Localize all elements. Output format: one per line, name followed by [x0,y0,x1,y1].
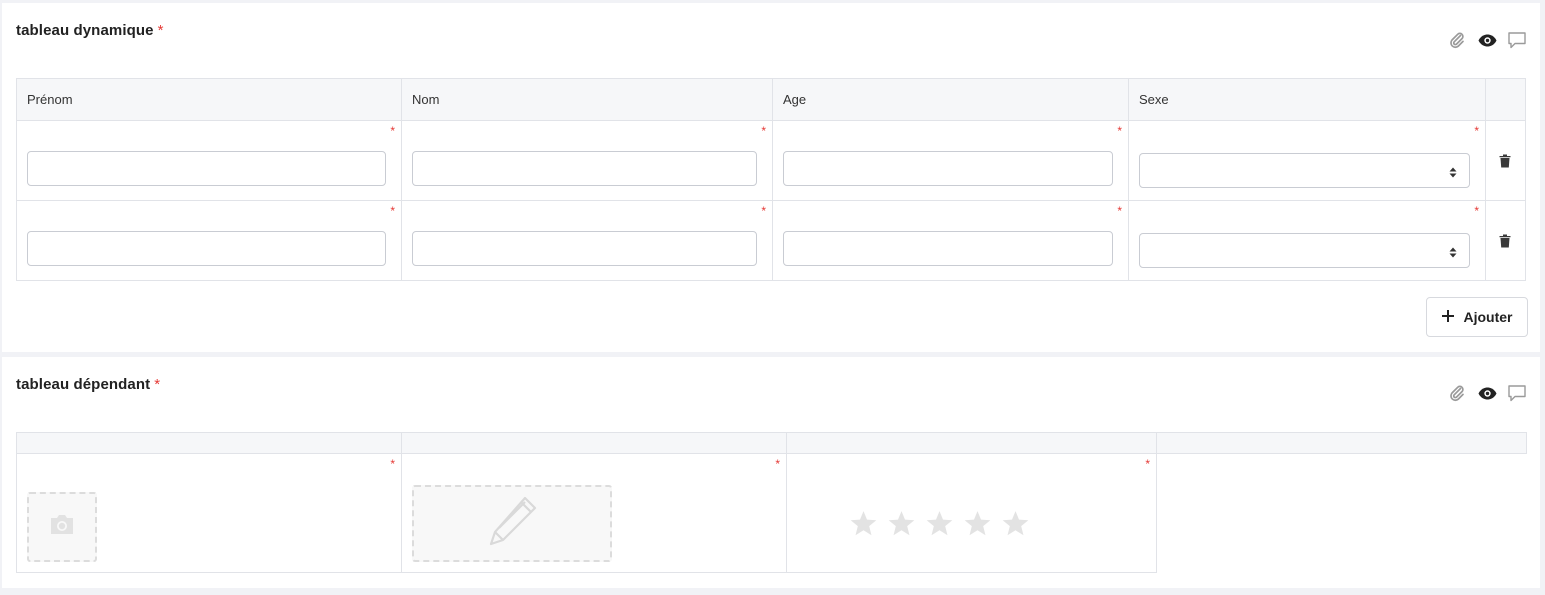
cell-empty [1156,453,1527,573]
pencil-icon [485,494,539,553]
cell-age: * [772,120,1129,201]
column-header-actions [1485,78,1526,121]
eye-icon[interactable] [1476,30,1498,50]
cell-nom: * [401,120,773,201]
star-icon[interactable] [849,510,878,538]
required-indicator: * [1145,457,1150,471]
field-actions [1446,383,1528,403]
column-header [786,432,1157,454]
cell-sexe: * [1128,200,1486,281]
prenom-input[interactable] [27,231,386,266]
dependent-table-card: tableau dépendant * * * * [2,357,1540,588]
column-header-nom: Nom [401,78,773,121]
select-arrows-icon [1449,165,1457,183]
cell-actions [1485,200,1526,281]
section-title-text: tableau dynamique [16,22,154,39]
column-header-age: Age [772,78,1129,121]
required-indicator: * [154,376,161,393]
cell-age: * [772,200,1129,281]
dependent-table: * * * [16,432,1527,573]
table-header-row: Prénom Nom Age Sexe [16,78,1526,121]
column-header-sexe: Sexe [1128,78,1486,121]
required-indicator: * [390,457,395,471]
star-rating[interactable] [849,510,1030,538]
column-header [401,432,787,454]
cell-photo: * [16,453,402,573]
prenom-input[interactable] [27,151,386,186]
eye-icon[interactable] [1476,383,1498,403]
required-indicator: * [390,204,395,218]
cell-signature: * [401,453,787,573]
table-header-row [16,432,1527,454]
required-indicator: * [1117,124,1122,138]
cell-nom: * [401,200,773,281]
add-row-button[interactable]: Ajouter [1426,297,1528,337]
plus-icon [1441,309,1454,325]
paperclip-icon[interactable] [1446,30,1468,50]
age-input[interactable] [783,151,1113,186]
required-indicator: * [157,22,164,39]
column-header [1156,432,1527,454]
cell-rating: * [786,453,1157,573]
required-indicator: * [390,124,395,138]
nom-input[interactable] [412,151,757,186]
trash-icon[interactable] [1499,234,1511,253]
cell-sexe: * [1128,120,1486,201]
required-indicator: * [1474,204,1479,218]
column-header [16,432,402,454]
table-row: * * * [16,453,1527,573]
select-arrows-icon [1449,245,1457,263]
comment-icon[interactable] [1506,30,1528,50]
section-title: tableau dépendant * [16,376,160,393]
star-icon[interactable] [963,510,992,538]
required-indicator: * [761,124,766,138]
cell-actions [1485,120,1526,201]
required-indicator: * [775,457,780,471]
signature-pad[interactable] [412,485,612,562]
required-indicator: * [761,204,766,218]
star-icon[interactable] [887,510,916,538]
section-title-text: tableau dépendant [16,376,151,393]
dynamic-table-card: tableau dynamique* Prénom Nom Age Sexe [2,3,1540,352]
camera-icon [49,514,75,540]
trash-icon[interactable] [1499,154,1511,173]
photo-upload[interactable] [27,492,97,562]
dynamic-table: Prénom Nom Age Sexe * * * * * * * * [16,78,1526,281]
table-row: * * * * [16,200,1526,281]
nom-input[interactable] [412,231,757,266]
required-indicator: * [1117,204,1122,218]
cell-prenom: * [16,120,402,201]
cell-prenom: * [16,200,402,281]
table-row: * * * * [16,120,1526,201]
age-input[interactable] [783,231,1113,266]
comment-icon[interactable] [1506,383,1528,403]
add-row-label: Ajouter [1463,309,1513,325]
section-title: tableau dynamique * [16,22,164,39]
sexe-select[interactable] [1139,153,1470,188]
sexe-select[interactable] [1139,233,1470,268]
paperclip-icon[interactable] [1446,383,1468,403]
field-actions [1446,30,1528,50]
star-icon[interactable] [1001,510,1030,538]
required-indicator: * [1474,124,1479,138]
column-header-prenom: Prénom [16,78,402,121]
star-icon[interactable] [925,510,954,538]
